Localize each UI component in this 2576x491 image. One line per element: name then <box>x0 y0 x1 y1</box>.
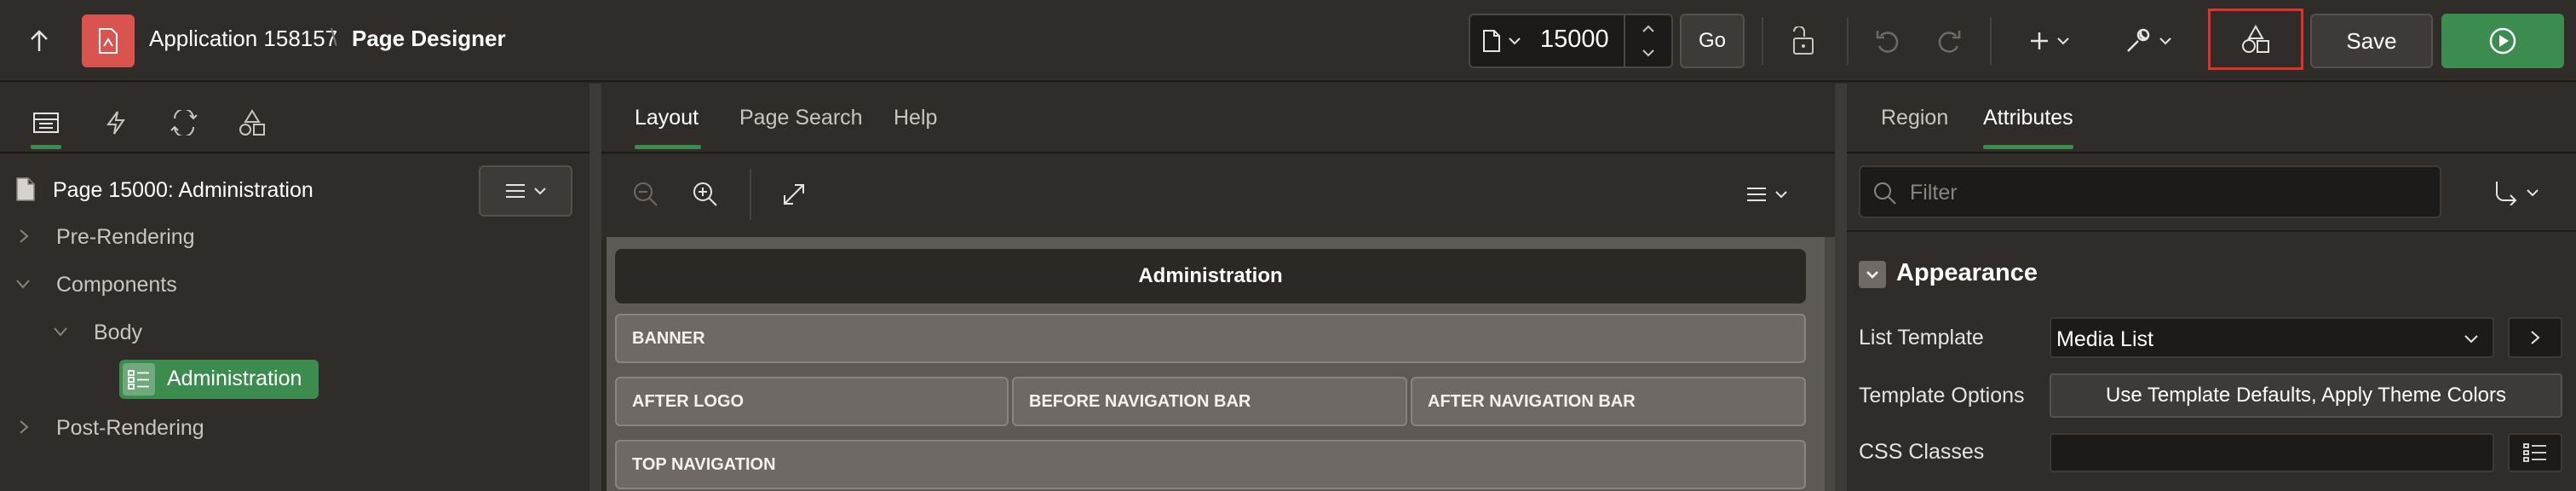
tree-page-title[interactable]: Page 15000: Administration <box>53 178 313 203</box>
page-type-dropdown[interactable] <box>1474 19 1530 63</box>
region-title-bar[interactable]: Administration <box>615 249 1806 303</box>
tab-layout[interactable]: Layout <box>635 106 699 130</box>
hamburger-icon <box>1747 188 1766 201</box>
chevron-down-icon[interactable] <box>15 279 31 289</box>
section-title: Appearance <box>1896 259 2038 286</box>
stepper-divider <box>1624 15 1625 66</box>
css-classes-input[interactable] <box>2050 433 2494 472</box>
up-arrow-icon[interactable] <box>19 20 60 61</box>
slot-top-navigation[interactable]: TOP NAVIGATION <box>615 440 1806 489</box>
wrench-icon <box>2127 28 2150 52</box>
tab-active-indicator <box>635 145 701 149</box>
property-editor-panel: Region Attributes Filter Appearance List… <box>1847 84 2576 491</box>
breadcrumb-separator: \ <box>331 24 337 50</box>
toolbar-divider <box>750 169 751 220</box>
zoom-in-icon[interactable] <box>687 176 724 213</box>
search-icon <box>1874 182 1896 205</box>
layout-panel: Layout Page Search Help Administration B… <box>601 84 1835 491</box>
processing-tab-icon[interactable] <box>165 104 203 142</box>
slot-banner[interactable]: BANNER <box>615 314 1806 363</box>
css-classes-label: CSS Classes <box>1859 440 1985 464</box>
list-template-label: List Template <box>1859 326 1984 349</box>
list-icon <box>2523 443 2546 462</box>
chevron-down-icon <box>2464 335 2478 344</box>
tree-node-pre-rendering[interactable]: Pre-Rendering <box>56 225 195 250</box>
section-divider <box>1847 230 2576 232</box>
page-number-field[interactable]: 15000 <box>1540 26 1609 54</box>
template-options-label: Template Options <box>1859 384 2025 407</box>
undo-icon[interactable] <box>1866 20 1910 61</box>
slot-before-navigation-bar[interactable]: BEFORE NAVIGATION BAR <box>1012 377 1407 426</box>
tree-node-post-rendering[interactable]: Post-Rendering <box>56 416 204 441</box>
panel-divider <box>0 152 589 153</box>
go-to-group-button[interactable] <box>2482 172 2550 213</box>
list-region-icon <box>123 363 155 396</box>
filter-input-box[interactable]: Filter <box>1859 165 2441 218</box>
panel-divider <box>1847 152 2576 153</box>
list-template-value: Media List <box>2056 327 2153 351</box>
toolbar-divider <box>1847 17 1849 65</box>
run-button[interactable] <box>2441 14 2564 68</box>
app-name[interactable]: Application 158157 <box>149 26 337 52</box>
plus-icon <box>2031 32 2048 49</box>
rendering-tree-panel: Page 15000: Administration Pre-Rendering… <box>0 84 589 491</box>
tab-attributes[interactable]: Attributes <box>1983 106 2073 130</box>
expand-icon[interactable] <box>775 176 813 213</box>
dynamic-actions-tab-icon[interactable] <box>97 104 135 142</box>
shapes-icon <box>2242 25 2269 53</box>
corner-arrow-icon <box>2496 182 2517 205</box>
go-button[interactable]: Go <box>1680 14 1745 68</box>
page-title: Page Designer <box>352 26 506 51</box>
list-template-go-button[interactable] <box>2508 317 2562 358</box>
tab-region[interactable]: Region <box>1881 106 1948 130</box>
list-template-select[interactable]: Media List <box>2050 317 2494 358</box>
template-options-button[interactable]: Use Template Defaults, Apply Theme Color… <box>2050 373 2562 418</box>
chevron-down-icon <box>2527 189 2539 197</box>
chevron-down-icon <box>1775 191 1787 199</box>
create-menu-button[interactable] <box>2022 20 2077 61</box>
toolbar-divider <box>1762 17 1763 65</box>
rendering-tab-icon[interactable] <box>27 104 65 142</box>
lock-icon[interactable] <box>1780 20 1825 61</box>
chevron-down-icon <box>2159 38 2171 45</box>
page-icon <box>9 172 43 206</box>
canvas-scrollbar[interactable] <box>1825 237 1835 491</box>
filter-placeholder: Filter <box>1910 181 1958 205</box>
tab-active-indicator <box>1983 145 2073 149</box>
chevron-right-icon[interactable] <box>19 228 29 244</box>
slot-after-navigation-bar[interactable]: AFTER NAVIGATION BAR <box>1411 377 1806 426</box>
redo-icon[interactable] <box>1927 20 1971 61</box>
toolbar-divider <box>1990 17 1992 65</box>
css-classes-list-button[interactable] <box>2508 433 2562 472</box>
tree-node-administration[interactable]: Administration <box>119 360 319 399</box>
utilities-menu-button[interactable] <box>2118 20 2179 61</box>
chevron-right-icon <box>2531 331 2540 344</box>
slot-after-logo[interactable]: AFTER LOGO <box>615 377 1009 426</box>
chevron-down-icon <box>2057 38 2069 45</box>
chevron-right-icon[interactable] <box>19 419 29 435</box>
tree-node-components[interactable]: Components <box>56 273 177 297</box>
left-splitter[interactable] <box>589 84 601 491</box>
right-splitter[interactable] <box>1835 84 1847 491</box>
increment-icon[interactable] <box>1627 17 1670 41</box>
collapse-section-icon[interactable] <box>1859 261 1886 288</box>
zoom-out-icon[interactable] <box>627 176 664 213</box>
chevron-down-icon[interactable] <box>53 326 68 337</box>
layout-menu-button[interactable] <box>1736 176 1797 213</box>
hamburger-icon <box>506 184 525 198</box>
shared-components-tab-icon[interactable] <box>233 104 271 142</box>
tree-node-label: Administration <box>167 367 302 390</box>
top-toolbar: Application 158157 \ Page Designer 15000… <box>0 0 2576 82</box>
chevron-down-icon <box>534 188 546 195</box>
tree-node-body[interactable]: Body <box>94 321 142 345</box>
decrement-icon[interactable] <box>1627 41 1670 65</box>
tree-menu-button[interactable] <box>479 165 572 217</box>
play-icon <box>2489 27 2516 55</box>
tab-page-search[interactable]: Page Search <box>739 106 863 130</box>
tab-help[interactable]: Help <box>894 106 937 130</box>
app-icon[interactable] <box>82 14 135 67</box>
save-button[interactable]: Save <box>2310 14 2433 68</box>
shared-components-button[interactable] <box>2208 9 2303 70</box>
tab-active-indicator <box>31 145 61 149</box>
